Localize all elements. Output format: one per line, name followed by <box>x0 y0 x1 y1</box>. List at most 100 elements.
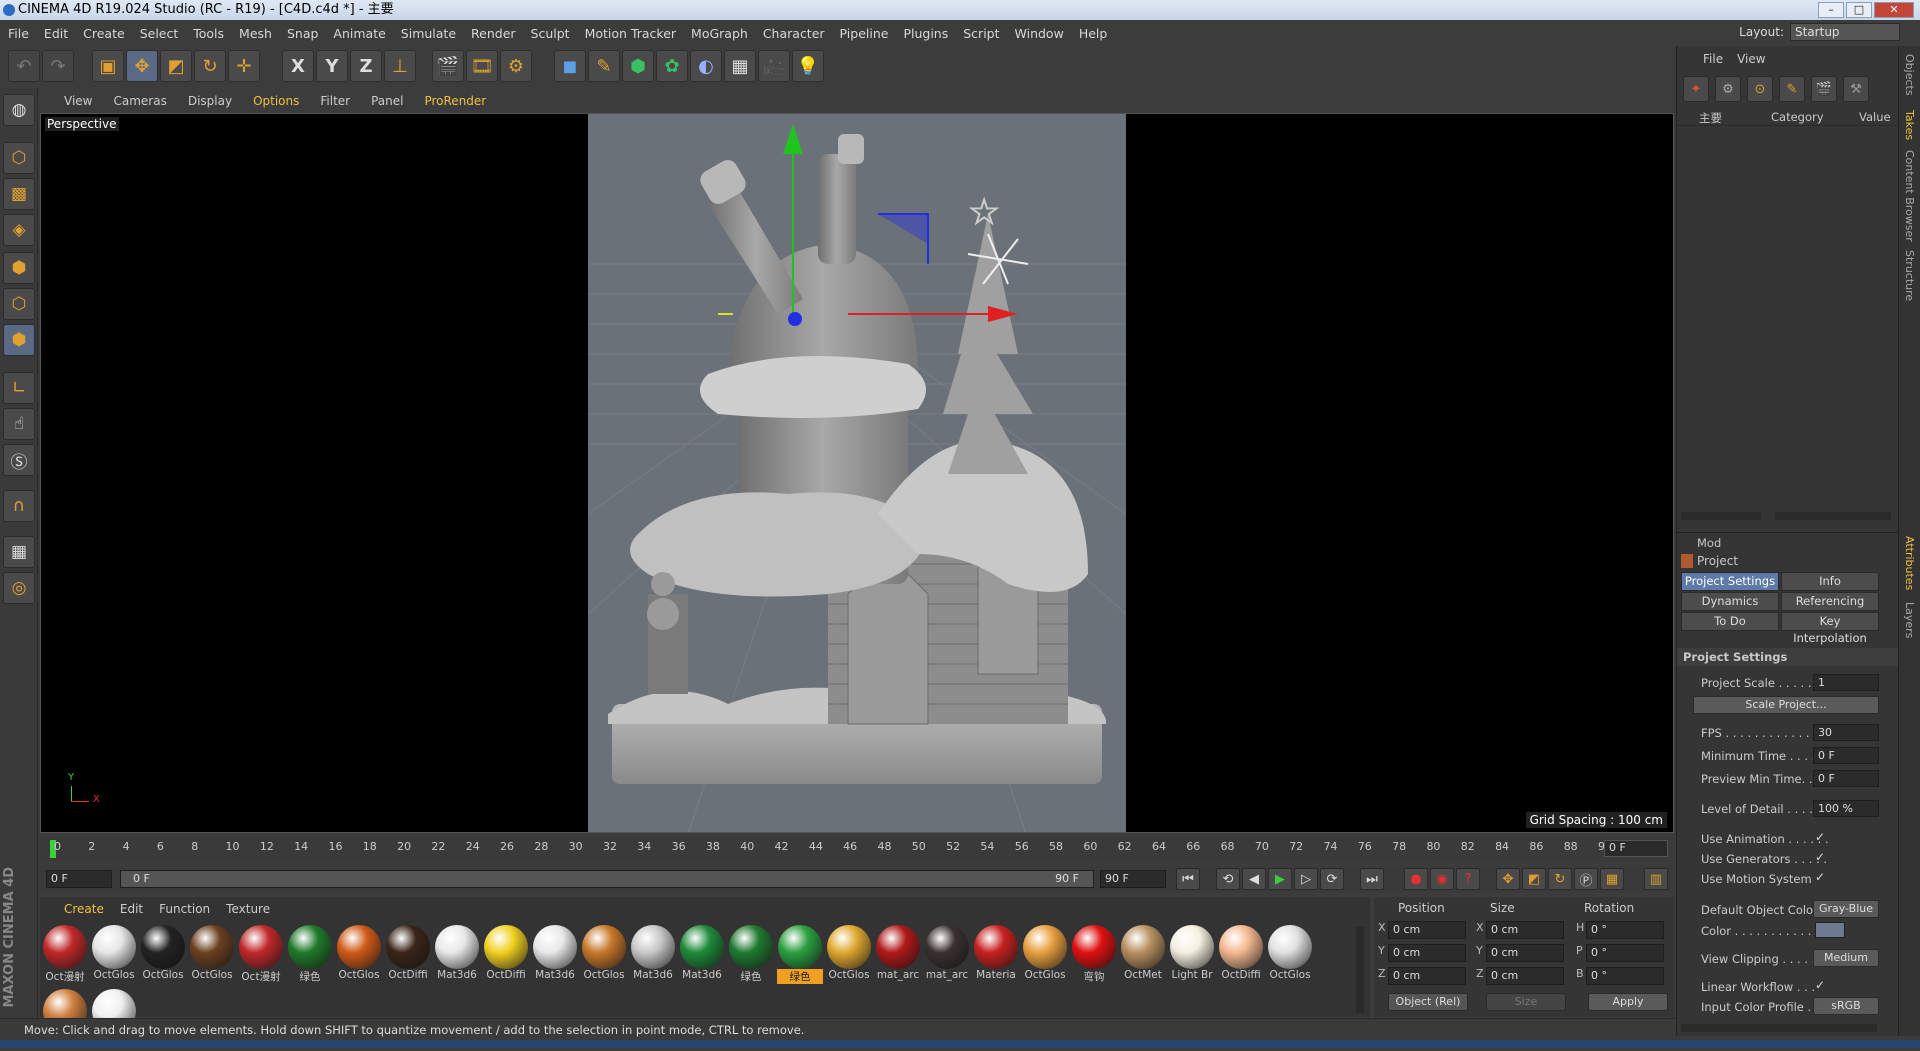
material-swatch[interactable]: 绿色 <box>777 925 823 987</box>
preview-min-time-field[interactable]: 0 F <box>1813 770 1879 787</box>
camera-icon[interactable]: 🎥 <box>758 50 790 82</box>
play-icon[interactable]: ▶ <box>1268 868 1292 890</box>
workplane-mode-icon[interactable]: ◈ <box>3 214 35 246</box>
tab-referencing[interactable]: Referencing <box>1781 592 1879 611</box>
menu-snap[interactable]: Snap <box>287 26 318 41</box>
undo-icon[interactable]: ↶ <box>8 50 40 82</box>
color-swatch[interactable] <box>1815 922 1845 938</box>
menu-select[interactable]: Select <box>140 26 179 41</box>
material-swatch[interactable]: OctGlos <box>1267 925 1313 987</box>
viewport-perspective[interactable]: ☆ Perspective Grid Spacing : 100 cm Y X <box>40 113 1674 833</box>
position-field[interactable]: 0 cm <box>1388 944 1466 962</box>
menu-motion-tracker[interactable]: Motion Tracker <box>585 26 676 41</box>
material-swatch[interactable]: Oct漫射 <box>42 925 88 987</box>
maximize-button[interactable]: □ <box>1846 2 1872 18</box>
move-tool-icon[interactable]: ✥ <box>126 50 158 82</box>
material-swatch[interactable]: Materia <box>973 925 1019 987</box>
tab-info[interactable]: Info <box>1781 572 1879 591</box>
material-swatch[interactable]: OctDiffi <box>385 925 431 987</box>
tab-project-settings[interactable]: Project Settings <box>1681 572 1779 591</box>
menu-window[interactable]: Window <box>1015 26 1064 41</box>
autokey-icon[interactable]: ◉ <box>1430 868 1454 890</box>
timeline-ruler[interactable]: 0 2 4 6 8 10 12 14 16 18 20 22 24 26 28 30 32 34 36 38 40 42 4… <box>40 836 1674 862</box>
position-field[interactable]: 0 cm <box>1388 967 1466 985</box>
rotation-field[interactable]: 0 ° <box>1586 921 1664 939</box>
material-menu-edit[interactable]: Edit <box>120 902 143 916</box>
use-animation-checkbox[interactable]: ✓ <box>1815 830 1825 844</box>
material-scrollbar[interactable] <box>1356 927 1364 1013</box>
menu-mesh[interactable]: Mesh <box>239 26 272 41</box>
fps-field[interactable]: 30 <box>1813 724 1879 741</box>
magnet-icon[interactable]: ∩ <box>3 490 35 522</box>
material-menu-texture[interactable]: Texture <box>226 902 270 916</box>
scene-render-area[interactable]: ☆ <box>587 114 1127 832</box>
timeline-layout-icon[interactable]: ▥ <box>1644 868 1668 890</box>
position-field[interactable]: 0 cm <box>1388 921 1466 939</box>
recent-tool-icon[interactable]: ✛ <box>228 50 260 82</box>
key-rotation-icon[interactable]: ↻ <box>1548 868 1572 890</box>
render-picture-viewer-icon[interactable]: 🎞 <box>466 50 498 82</box>
layout-dropdown[interactable]: Startup <box>1790 23 1900 41</box>
menu-edit[interactable]: Edit <box>44 26 68 41</box>
minimize-button[interactable]: – <box>1818 2 1844 18</box>
size-field[interactable]: 0 cm <box>1486 967 1564 985</box>
coordinate-mode-dropdown[interactable]: Object (Rel) <box>1388 993 1468 1011</box>
key-scale-icon[interactable]: ◩ <box>1522 868 1546 890</box>
cube-primitive-icon[interactable]: ◼ <box>554 50 586 82</box>
go-to-end-icon[interactable]: ⏭ <box>1360 868 1384 890</box>
size-field[interactable]: 0 cm <box>1486 944 1564 962</box>
auto-take-icon[interactable]: ✎ <box>1779 76 1805 102</box>
objects-menu-file[interactable]: File <box>1703 52 1723 66</box>
viewport-menu-prorender[interactable]: ProRender <box>424 94 486 108</box>
floor-icon[interactable]: ▦ <box>724 50 756 82</box>
takes-icon[interactable]: ⚙ <box>1715 76 1741 102</box>
points-mode-icon[interactable]: ⬢ <box>3 252 35 284</box>
rotation-field[interactable]: 0 ° <box>1586 944 1664 962</box>
material-menu-create[interactable]: Create <box>64 902 104 916</box>
material-swatch[interactable]: Light Br <box>1169 925 1215 987</box>
attributes-mode-menu[interactable]: Mod <box>1697 536 1721 550</box>
menu-file[interactable]: File <box>8 26 29 41</box>
rotate-tool-icon[interactable]: ↻ <box>194 50 226 82</box>
material-menu-function[interactable]: Function <box>159 902 210 916</box>
tweak-mode-icon[interactable]: ☝ <box>3 408 35 440</box>
project-scale-field[interactable]: 1 <box>1813 674 1879 691</box>
menu-script[interactable]: Script <box>963 26 999 41</box>
texture-mode-icon[interactable]: ▩ <box>3 178 35 210</box>
linear-workflow-checkbox[interactable]: ✓ <box>1815 978 1825 992</box>
side-tab-structure[interactable]: Structure <box>1903 250 1916 301</box>
side-tab-layers[interactable]: Layers <box>1903 602 1916 638</box>
menu-sculpt[interactable]: Sculpt <box>531 26 570 41</box>
light-icon[interactable]: 💡 <box>792 50 824 82</box>
next-key-icon[interactable]: ⟳ <box>1320 868 1344 890</box>
menu-mograph[interactable]: MoGraph <box>691 26 748 41</box>
model-mode-icon[interactable]: ⬡ <box>3 142 35 174</box>
key-pla-icon[interactable]: ▦ <box>1600 868 1624 890</box>
menu-create[interactable]: Create <box>83 26 125 41</box>
deformer-icon[interactable]: ◐ <box>690 50 722 82</box>
use-motion-system-checkbox[interactable]: ✓ <box>1815 870 1825 884</box>
camera-label[interactable]: Perspective <box>45 117 119 131</box>
material-swatch[interactable]: Mat3d6 <box>679 925 725 987</box>
current-frame-field[interactable]: 0 F <box>1604 840 1668 857</box>
solo-mode-icon[interactable]: ◎ <box>3 572 35 604</box>
axis-mode-icon[interactable]: ∟ <box>3 372 35 404</box>
material-swatch[interactable]: OctGlos <box>1022 925 1068 987</box>
close-button[interactable]: ✕ <box>1874 2 1914 18</box>
key-parameter-icon[interactable]: Ⓟ <box>1574 868 1598 890</box>
material-swatch[interactable]: 弯钩 <box>1071 925 1117 987</box>
values-hscroll[interactable] <box>1775 512 1891 520</box>
objects-menu-view[interactable]: View <box>1737 52 1765 66</box>
record-key-icon[interactable]: ● <box>1404 868 1428 890</box>
material-swatch[interactable]: 绿色 <box>728 925 774 987</box>
material-swatch[interactable]: OctMet <box>1120 925 1166 987</box>
viewport-menu-cameras[interactable]: Cameras <box>113 94 166 108</box>
menu-animate[interactable]: Animate <box>333 26 385 41</box>
side-tab-objects[interactable]: Objects <box>1903 54 1916 96</box>
keyframe-selection-icon[interactable]: ? <box>1456 868 1480 890</box>
polygons-mode-icon[interactable]: ⬢ <box>3 324 35 356</box>
z-axis-lock-icon[interactable]: Z <box>350 50 382 82</box>
range-slider[interactable]: 0 F 90 F <box>120 870 1094 888</box>
use-generators-checkbox[interactable]: ✓ <box>1815 850 1825 864</box>
rotation-field[interactable]: 0 ° <box>1586 967 1664 985</box>
